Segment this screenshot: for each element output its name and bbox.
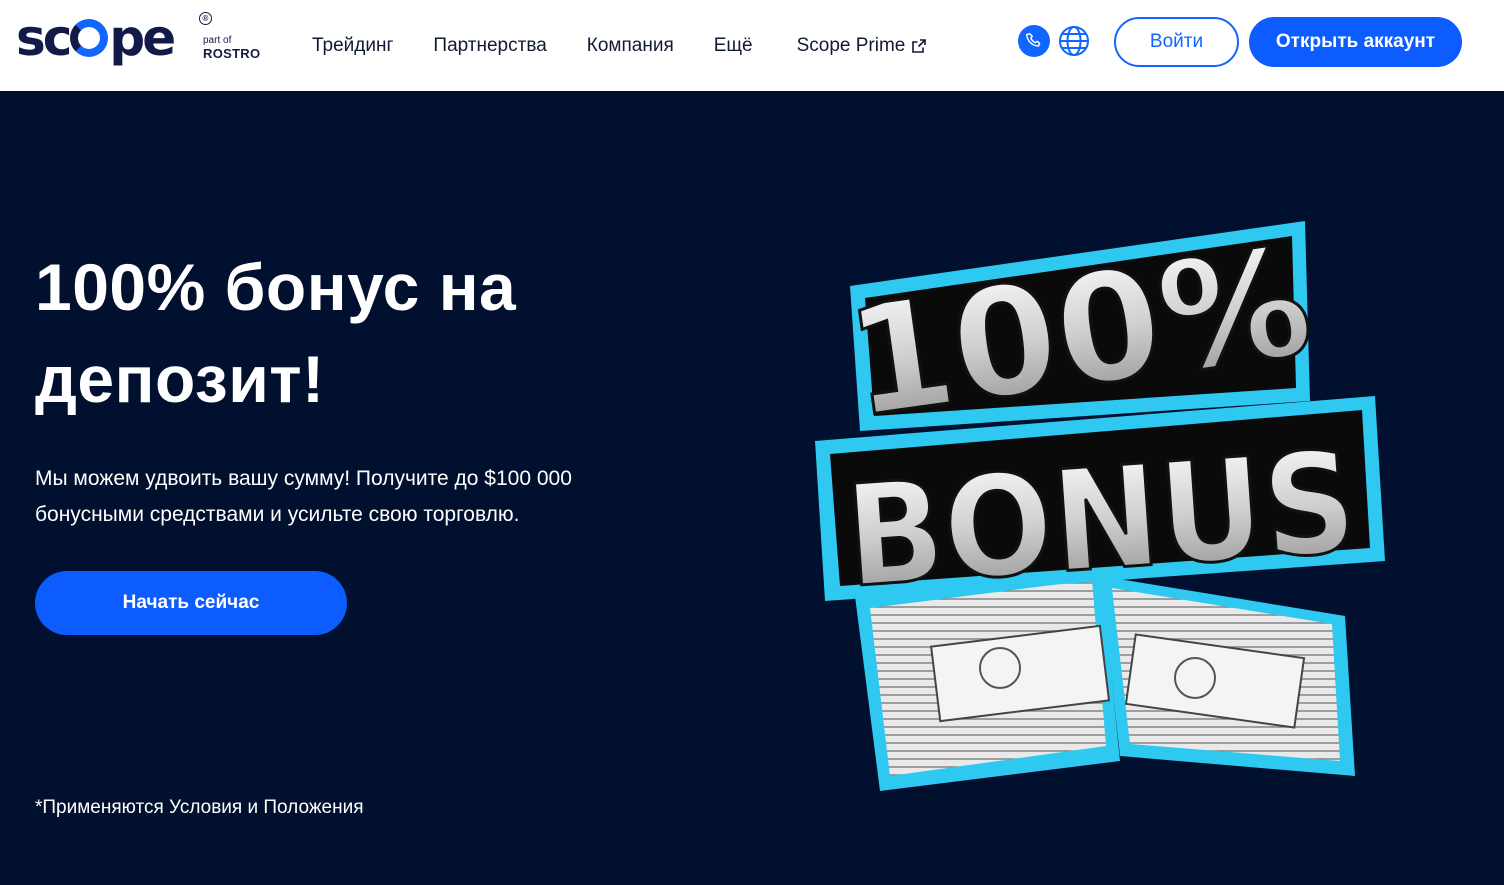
hero-subtitle: Мы можем удвоить вашу сумму! Получите до…: [35, 461, 635, 533]
registered-mark: ®: [199, 12, 212, 25]
nav-scope-prime-label: Scope Prime: [796, 34, 906, 56]
open-account-button[interactable]: Открыть аккаунт: [1249, 17, 1462, 67]
hero-title-line1: 100% бонус на: [35, 250, 517, 324]
start-now-button[interactable]: Начать сейчас: [35, 571, 347, 635]
scope-logo[interactable]: sc pe ® part of ROSTRO: [16, 10, 266, 72]
nav-scope-prime[interactable]: Scope Prime: [797, 35, 927, 57]
site-header: sc pe ® part of ROSTRO Трейдинг Партнерст…: [0, 0, 1504, 91]
phone-button[interactable]: [1018, 25, 1050, 57]
nav-partnerships[interactable]: Партнерства: [433, 35, 546, 57]
hero-section: 100% бонус на депозит! Мы можем удвоить …: [0, 91, 1504, 885]
external-link-icon: [912, 38, 927, 53]
hero-subtitle-line1: Мы можем удвоить вашу сумму! Получите до…: [35, 467, 572, 490]
language-button[interactable]: [1058, 25, 1090, 57]
hero-subtitle-line2: бонусными средствами и усильте свою торг…: [35, 503, 520, 526]
bonus-promo-image: 100% BONUS: [815, 216, 1385, 791]
hero-title-line2: депозит!: [35, 342, 325, 416]
logo-part-of: part of: [203, 35, 232, 46]
login-button[interactable]: Войти: [1114, 17, 1239, 67]
main-nav: Трейдинг Партнерства Компания Ещё Scope …: [312, 0, 966, 91]
logo-wordmark: sc pe: [16, 9, 176, 67]
nav-trading[interactable]: Трейдинг: [312, 35, 393, 57]
logo-subbrand: part of ROSTRO: [203, 35, 261, 61]
phone-icon: [1026, 33, 1041, 47]
globe-icon: [1059, 26, 1089, 56]
nav-more[interactable]: Ещё: [714, 35, 753, 57]
terms-link[interactable]: *Применяются Условия и Положения: [35, 797, 364, 819]
logo-rostro: ROSTRO: [203, 46, 261, 61]
hero-title: 100% бонус на депозит!: [35, 241, 655, 425]
nav-company[interactable]: Компания: [587, 35, 674, 57]
promo-bonus-text: BONUS: [841, 421, 1361, 619]
